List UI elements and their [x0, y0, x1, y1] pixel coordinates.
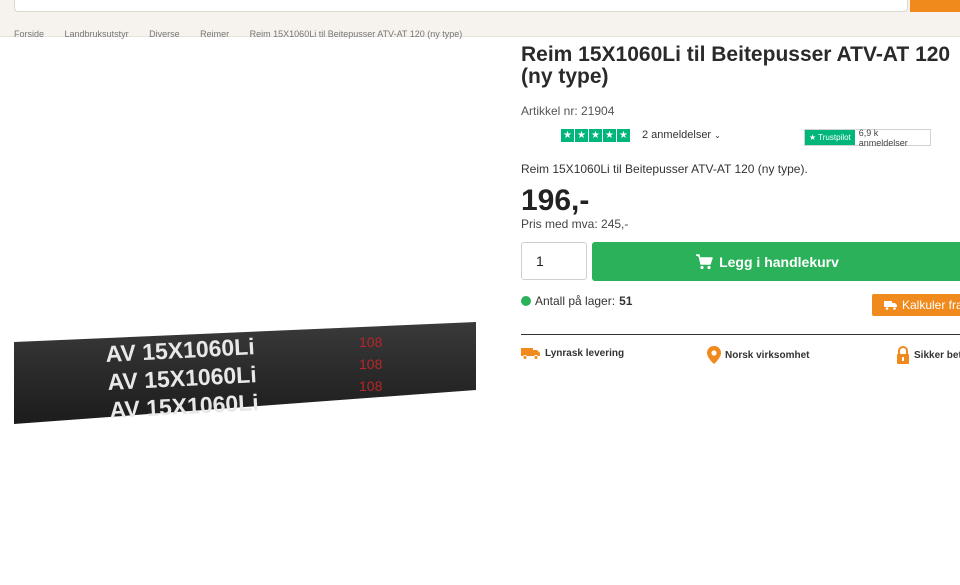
price: 196,-	[521, 184, 590, 217]
in-stock-indicator-icon	[521, 296, 531, 306]
chevron-down-icon: ⌄	[714, 131, 721, 140]
lock-icon	[897, 346, 909, 364]
reviews-label: 2 anmeldelser	[642, 129, 712, 141]
truck-icon	[521, 348, 540, 360]
usp-label: Norsk virksomhet	[725, 349, 810, 361]
breadcrumb-item[interactable]: Landbruksutstyr	[65, 29, 129, 39]
trustpilot-brand: Trustpilot	[818, 133, 851, 142]
add-to-cart-label: Legg i handlekurv	[719, 253, 839, 270]
freight-label: Kalkuler frakt	[901, 298, 960, 312]
usp-fast-delivery: Lynrask levering	[521, 346, 624, 360]
cart-icon	[696, 253, 713, 269]
star-icon: ★	[617, 129, 630, 142]
stock-count: 51	[619, 294, 633, 308]
belt-code-1: 108	[359, 334, 383, 350]
trustpilot-logo: ★ Trustpilot	[805, 130, 855, 145]
breadcrumb-item[interactable]: Forside	[14, 29, 44, 39]
rating-stars[interactable]: ★ ★ ★ ★ ★	[561, 129, 630, 143]
product-description: Reim 15X1060Li til Beitepusser ATV-AT 12…	[521, 162, 808, 176]
stock-status: Antall på lager: 51	[521, 294, 632, 308]
stock-label: Antall på lager:	[535, 294, 616, 308]
price-with-vat: Pris med mva: 245,-	[521, 217, 629, 231]
calculate-freight-button[interactable]: Kalkuler frakt	[872, 294, 960, 316]
divider	[521, 334, 960, 335]
reviews-link[interactable]: 2 anmeldelser ⌄	[642, 129, 721, 141]
trustpilot-star-icon: ★	[809, 133, 817, 142]
usp-norwegian-business: Norsk virksomhet	[707, 346, 809, 364]
trustpilot-count: 6,9 k anmeldelser	[858, 127, 908, 148]
trustpilot-widget[interactable]: ★ Trustpilot 6,9 k anmeldelser	[804, 127, 931, 148]
breadcrumb: Forside Landbruksutstyr Diverse Reimer R…	[14, 28, 474, 40]
star-icon: ★	[575, 129, 588, 142]
breadcrumb-item[interactable]: Diverse	[149, 29, 180, 39]
page-title: Reim 15X1060Li til Beitepusser ATV-AT 12…	[521, 43, 951, 88]
quantity-input[interactable]	[521, 242, 587, 280]
search-button[interactable]	[910, 0, 960, 12]
star-icon: ★	[603, 129, 616, 142]
usp-label: Lynrask levering	[545, 347, 625, 359]
product-image[interactable]: AV 15X1060Li AV 15X1060Li AV 15X1060Li 1…	[14, 318, 478, 428]
search-input[interactable]	[14, 0, 908, 12]
star-icon: ★	[561, 129, 574, 142]
usp-secure-payment: Sikker betaling	[896, 346, 960, 364]
article-number: Artikkel nr: 21904	[521, 104, 615, 118]
location-pin-icon	[707, 346, 721, 364]
star-icon: ★	[589, 129, 602, 142]
belt-code-2: 108	[359, 356, 383, 372]
add-to-cart-button[interactable]: Legg i handlekurv	[592, 242, 960, 281]
usp-label: Sikker betaling	[914, 349, 960, 361]
belt-code-3: 108	[359, 378, 383, 394]
breadcrumb-item[interactable]: Reimer	[200, 29, 229, 39]
truck-icon	[884, 301, 897, 310]
breadcrumb-item-current: Reim 15X1060Li til Beitepusser ATV-AT 12…	[249, 29, 463, 39]
